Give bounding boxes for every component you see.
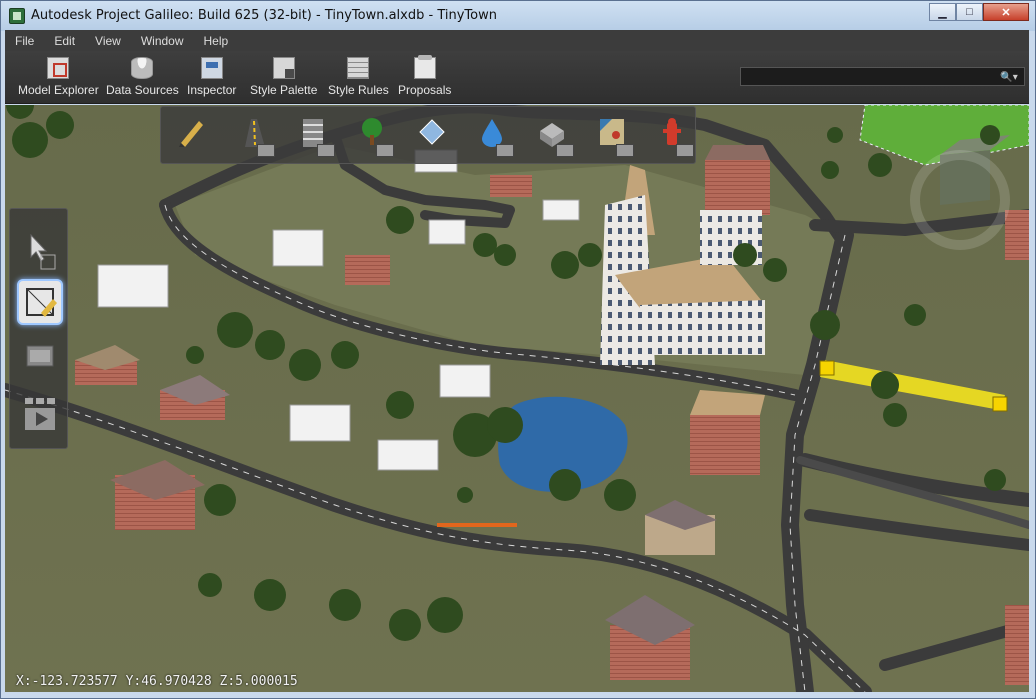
menu-window[interactable]: Window: [131, 34, 194, 48]
3d-viewport[interactable]: [5, 105, 1029, 692]
tree-tool-button[interactable]: [354, 115, 394, 157]
menu-file[interactable]: File: [5, 34, 44, 48]
rail-icon: [303, 119, 323, 147]
hydrant-tool-submenu: [676, 144, 694, 157]
rail-tool-submenu: [317, 144, 335, 157]
proposals-button[interactable]: Proposals: [398, 55, 452, 97]
building-tool-submenu: [556, 144, 574, 157]
select-tool-button[interactable]: [17, 227, 63, 273]
terrain-tool-button[interactable]: [414, 115, 454, 157]
building-icon: [540, 123, 564, 147]
road-icon: [245, 119, 265, 147]
window-title: Autodesk Project Galileo: Build 625 (32-…: [31, 8, 497, 23]
screenshot-icon: [26, 345, 54, 367]
select-cursor-icon: [30, 233, 56, 270]
play-icon: [25, 398, 55, 430]
model-explorer-button[interactable]: Model Explorer: [18, 57, 99, 97]
animation-tool-button[interactable]: [17, 392, 63, 438]
building-tool-button[interactable]: [534, 115, 574, 157]
data-sources-button[interactable]: Data Sources: [106, 57, 179, 97]
water-icon: [482, 119, 502, 147]
segment-handle: [819, 360, 835, 376]
water-tool-submenu: [496, 144, 514, 157]
terrain-icon: [419, 119, 445, 145]
rail-tool-button[interactable]: [295, 115, 335, 157]
model-explorer-icon: [47, 57, 70, 79]
sketch-tool-button[interactable]: [17, 279, 63, 325]
proposals-label: Proposals: [398, 83, 452, 97]
road-tool-button[interactable]: [235, 115, 275, 157]
close-button[interactable]: ✕: [983, 3, 1029, 21]
style-palette-label: Style Palette: [250, 83, 318, 97]
inspector-icon: [200, 57, 223, 79]
style-palette-icon: [272, 57, 295, 79]
data-sources-icon: [131, 57, 154, 79]
minimize-button[interactable]: ▁: [929, 3, 956, 21]
title-bar: Autodesk Project Galileo: Build 625 (32-…: [1, 1, 1035, 31]
navigation-toolstrip: [9, 208, 68, 449]
maximize-button[interactable]: □: [956, 3, 983, 21]
search-dropdown-button[interactable]: 🔍▾: [998, 70, 1020, 84]
data-sources-label: Data Sources: [106, 83, 179, 97]
menu-view[interactable]: View: [85, 34, 131, 48]
parcel-tool-button[interactable]: [594, 115, 634, 157]
screenshot-tool-button[interactable]: [17, 334, 63, 380]
parcel-icon: [600, 119, 624, 145]
style-rules-icon: [347, 57, 370, 79]
app-icon: [9, 8, 25, 24]
search-input[interactable]: [741, 68, 981, 85]
pencil-tool-button[interactable]: [173, 115, 213, 157]
proposals-icon: [413, 55, 436, 79]
pencil-icon: [179, 121, 203, 147]
segment-handle: [992, 396, 1008, 412]
inspector-label: Inspector: [187, 83, 237, 97]
tree-icon: [362, 118, 382, 145]
tree-tool-submenu: [376, 144, 394, 157]
style-palette-button[interactable]: Style Palette: [250, 57, 317, 97]
coordinate-readout: X:-123.723577 Y:46.970428 Z:5.000015: [16, 674, 298, 689]
road-tool-submenu: [257, 144, 275, 157]
water-tool-button[interactable]: [474, 115, 514, 157]
hydrant-icon: [663, 118, 681, 145]
parcel-tool-submenu: [616, 144, 634, 157]
menu-help[interactable]: Help: [194, 34, 239, 48]
style-rules-button[interactable]: Style Rules: [328, 57, 389, 97]
model-explorer-label: Model Explorer: [18, 83, 99, 97]
town-scene: [5, 105, 1029, 692]
menu-edit[interactable]: Edit: [44, 34, 85, 48]
hydrant-tool-button[interactable]: [654, 115, 694, 157]
style-rules-label: Style Rules: [328, 83, 389, 97]
search-box: 🔍▾: [740, 67, 1025, 86]
window-controls: ▁ □ ✕: [929, 3, 1029, 21]
construction-barrier: [437, 523, 517, 527]
creation-palette: [160, 106, 696, 164]
sketch-icon: [26, 288, 57, 317]
inspector-button[interactable]: Inspector: [187, 57, 236, 97]
menu-bar: File Edit View Window Help: [5, 30, 1029, 51]
